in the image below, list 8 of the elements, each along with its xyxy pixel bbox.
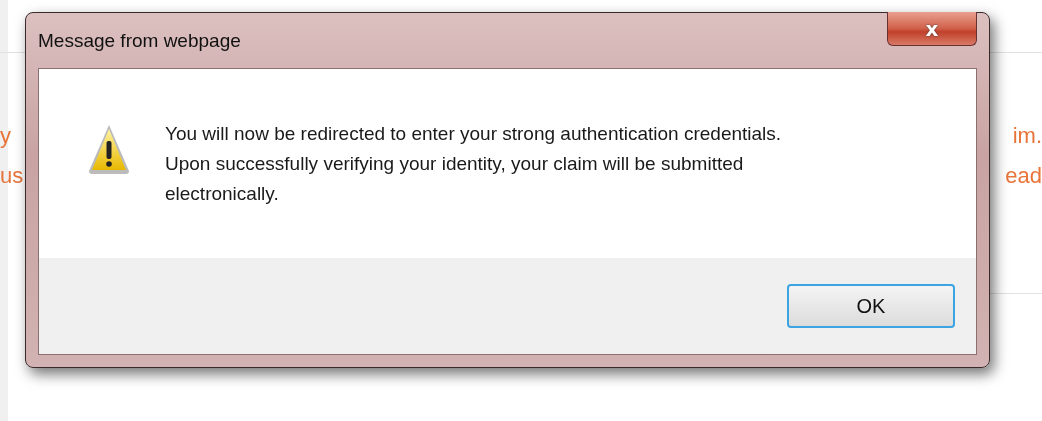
page-text-fragment: im. bbox=[1012, 123, 1042, 149]
page-text-fragment: us bbox=[0, 163, 24, 189]
ok-button[interactable]: OK bbox=[787, 284, 955, 328]
close-button[interactable]: x bbox=[887, 12, 977, 46]
dialog-title: Message from webpage bbox=[38, 30, 241, 52]
page-text-fragment: y bbox=[0, 123, 11, 149]
page-text-fragment: ead bbox=[1005, 163, 1042, 189]
message-text: You will now be redirected to enter your strong authentication credentials. Upon successfully verifying your identity, your claim will be submitted electronically. bbox=[165, 122, 783, 206]
